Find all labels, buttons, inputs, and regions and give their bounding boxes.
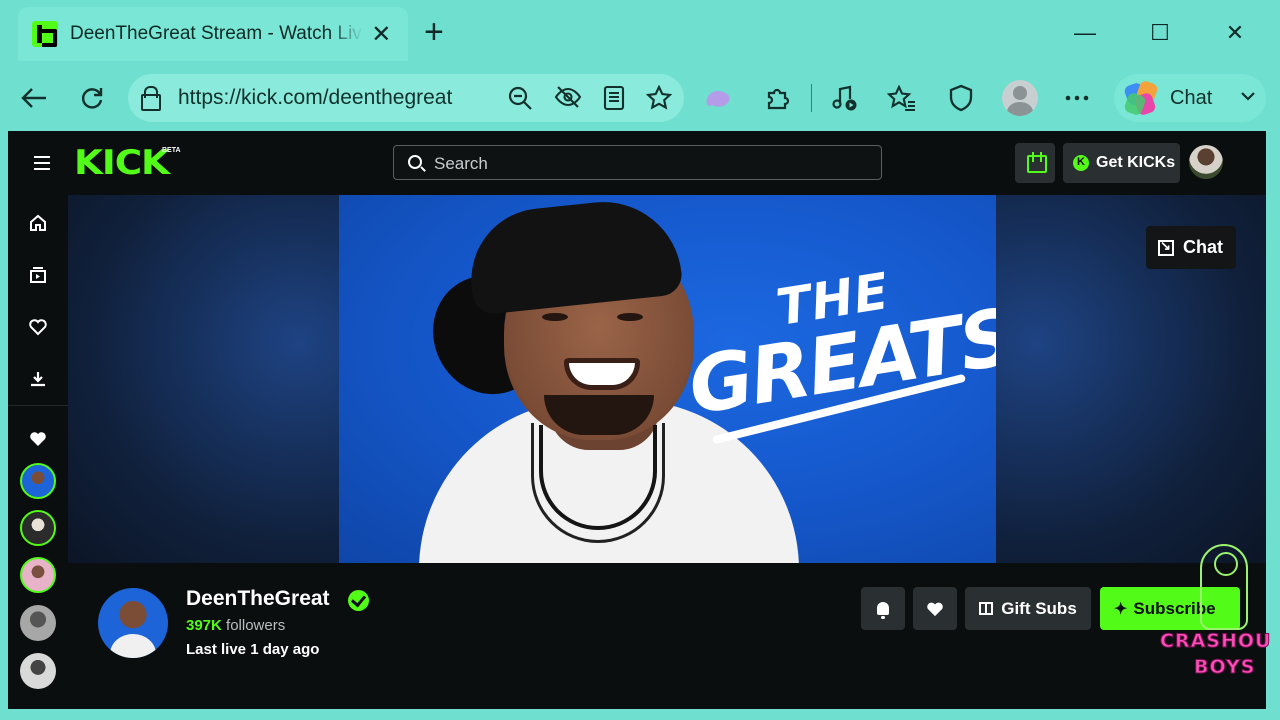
new-tab-button[interactable]: +: [424, 15, 444, 49]
url-text[interactable]: https://kick.com/deenthegreat: [178, 86, 452, 110]
banner-brand-text: THE GREATS: [676, 250, 996, 432]
chevron-down-icon[interactable]: [1240, 86, 1256, 106]
tracking-icon: [554, 86, 582, 108]
beta-badge: BETA: [162, 147, 181, 154]
verified-icon: [348, 590, 369, 611]
reader-mode-button[interactable]: [600, 85, 628, 117]
watermark-figure: [1200, 544, 1248, 630]
media-control-button[interactable]: [829, 82, 861, 114]
store-button[interactable]: [1015, 143, 1055, 183]
channel-name[interactable]: DeenTheGreat: [186, 587, 330, 611]
favorites-icon: [887, 84, 915, 112]
bell-icon: [877, 602, 889, 619]
profile-icon[interactable]: [1002, 80, 1038, 116]
browser-tab[interactable]: DeenTheGreat Stream - Watch Live on Kick…: [18, 7, 408, 61]
close-tab-button[interactable]: ✕: [369, 20, 394, 49]
kicks-coin-icon: [1073, 155, 1089, 171]
gift-icon: [979, 602, 994, 615]
followed-channel-avatar[interactable]: [20, 605, 56, 641]
more-button[interactable]: [1061, 82, 1093, 114]
open-chat-button[interactable]: Chat: [1146, 226, 1236, 269]
get-kicks-button[interactable]: Get KICKs: [1063, 143, 1180, 183]
followers-number: 397K: [186, 617, 222, 634]
address-bar[interactable]: https://kick.com/deenthegreat: [128, 74, 684, 122]
copilot-label: Chat: [1170, 87, 1213, 109]
downloads-icon[interactable]: [28, 369, 48, 389]
more-icon: [1065, 95, 1089, 101]
browse-icon[interactable]: [28, 265, 48, 285]
channel-avatar[interactable]: [98, 588, 168, 658]
search-placeholder: Search: [434, 154, 488, 173]
follow-button[interactable]: [913, 587, 957, 630]
followers-count: 397K followers: [186, 617, 285, 634]
add-favorite-button[interactable]: [645, 84, 673, 117]
favorites-button[interactable]: [886, 82, 918, 114]
maximize-button[interactable]: ☐: [1145, 18, 1175, 48]
browser-tab-bar: DeenTheGreat Stream - Watch Live on Kick…: [0, 0, 1280, 66]
banner-left-blur: [68, 195, 339, 563]
followed-channel-avatar[interactable]: [20, 510, 56, 546]
gift-subs-label: Gift Subs: [1001, 598, 1077, 618]
kick-logo[interactable]: KICK: [74, 145, 170, 181]
notifications-button[interactable]: [861, 587, 905, 630]
sparkle-icon: ✦: [1114, 600, 1128, 618]
tab-title: DeenTheGreat Stream - Watch Live on Kick: [70, 23, 363, 44]
refresh-button[interactable]: [76, 82, 108, 114]
expand-icon: [1158, 238, 1174, 256]
following-icon[interactable]: [28, 317, 48, 337]
shield-icon: [949, 84, 973, 112]
channel-info-bar: DeenTheGreat 397K followers Last live 1 …: [68, 563, 1266, 709]
back-button[interactable]: [18, 82, 50, 114]
banner-image: THE GREATS: [339, 195, 996, 563]
extension-blob-button[interactable]: [702, 82, 734, 114]
watermark-logo: CRASHOU BOYS: [1159, 540, 1278, 680]
extensions-icon: [767, 88, 790, 110]
heart-icon: [927, 602, 943, 616]
followed-channel-avatar[interactable]: [20, 653, 56, 689]
copilot-icon: [1123, 79, 1159, 117]
reader-icon: [603, 85, 625, 111]
minimize-button[interactable]: —: [1070, 18, 1100, 48]
kick-favicon-icon: [32, 21, 58, 47]
watermark-line1: CRASHOU: [1159, 630, 1272, 653]
chat-label: Chat: [1183, 237, 1223, 257]
zoom-button[interactable]: [506, 85, 534, 117]
followers-label: followers: [226, 617, 286, 634]
lock-icon[interactable]: [140, 86, 161, 111]
search-input[interactable]: Search: [393, 145, 882, 180]
gift-subs-button[interactable]: Gift Subs: [965, 587, 1091, 630]
search-icon: [408, 155, 422, 169]
get-kicks-label: Get KICKs: [1096, 154, 1176, 171]
channel-banner: THE GREATS: [68, 195, 1266, 563]
extension-blob-icon: [706, 90, 730, 107]
followed-channel-avatar[interactable]: [20, 463, 56, 499]
refresh-icon: [81, 88, 103, 109]
watermark-line2: BOYS: [1193, 656, 1256, 679]
followed-heart-icon: [30, 432, 46, 446]
kick-sidebar: [8, 195, 68, 709]
back-icon: [21, 88, 46, 108]
kick-page: KICK BETA Search Get KICKs: [8, 131, 1266, 709]
extensions-button[interactable]: [761, 82, 793, 114]
sidebar-divider: [8, 405, 68, 406]
user-avatar[interactable]: [1189, 145, 1223, 179]
kick-top-nav: KICK BETA Search Get KICKs: [8, 131, 1266, 195]
browser-essentials-button[interactable]: [945, 82, 977, 114]
media-icon: [832, 85, 857, 111]
last-live-text: Last live 1 day ago: [186, 641, 320, 658]
close-window-button[interactable]: ✕: [1220, 18, 1250, 48]
copilot-button[interactable]: Chat: [1114, 74, 1266, 122]
home-icon[interactable]: [28, 213, 48, 233]
zoom-icon: [508, 86, 532, 110]
toolbar-divider: [811, 84, 812, 112]
menu-icon[interactable]: [34, 156, 50, 170]
favorite-icon: [645, 84, 673, 110]
tracking-prevention-button[interactable]: [554, 85, 582, 115]
followed-channel-avatar[interactable]: [20, 557, 56, 593]
